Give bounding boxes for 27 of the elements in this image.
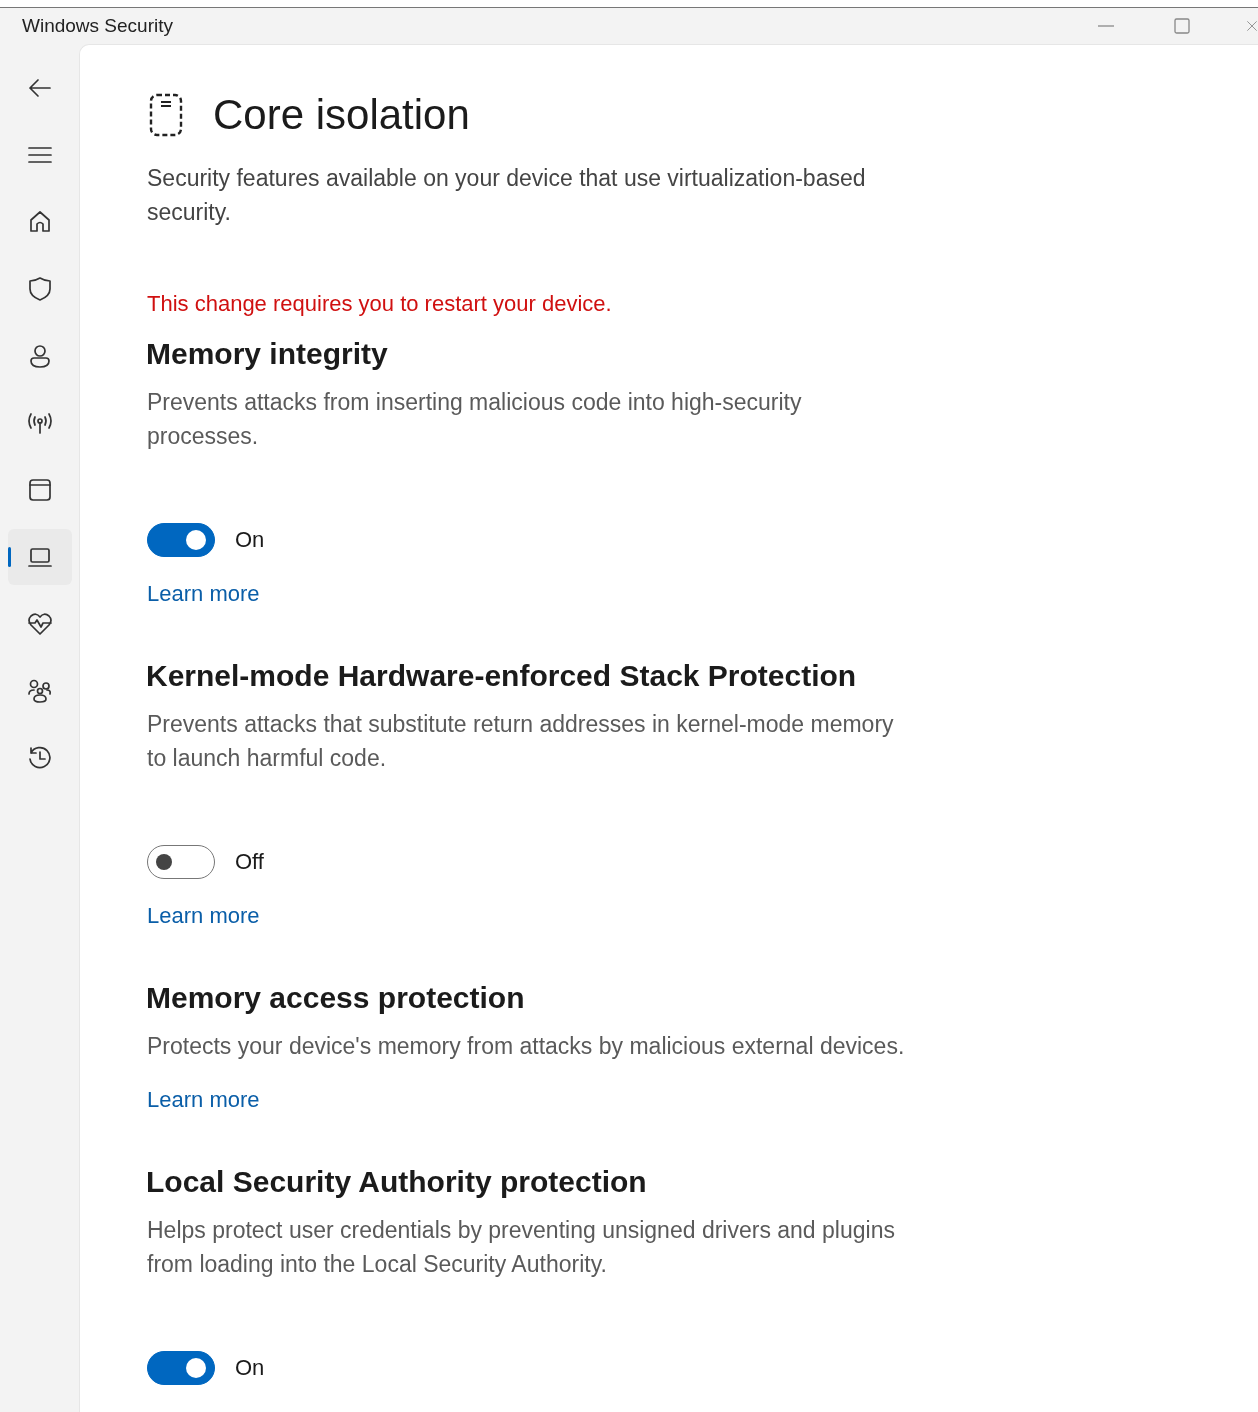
section-title: Memory integrity xyxy=(146,337,389,371)
section-title: Kernel-mode Hardware-enforced Stack Protection xyxy=(146,659,858,693)
section-description: Protects your device's memory from attacks by malicious external devices. xyxy=(147,1032,906,1061)
section-description: Helps protect user credentials by preventing unsigned drivers and plugins from loading into the Local Security Authority. xyxy=(147,1216,896,1279)
window-title: Windows Security xyxy=(22,15,174,37)
section-description: Prevents attacks that substitute return addresses in kernel-mode memory to launch harmful code. xyxy=(147,710,895,773)
family-icon xyxy=(25,677,54,705)
toggle-label: Off xyxy=(235,849,264,875)
section-description: Prevents attacks from inserting malicious code into high-security processes. xyxy=(147,388,803,451)
learn-more-link[interactable]: Learn more xyxy=(147,1087,260,1113)
learn-more-link[interactable]: Learn more xyxy=(147,903,260,929)
page-title: Core isolation xyxy=(213,91,470,139)
toggle-label: On xyxy=(235,527,265,553)
minimize-icon xyxy=(1097,25,1115,27)
toggle-switch[interactable] xyxy=(147,523,215,557)
section-title: Local Security Authority protection xyxy=(146,1165,648,1199)
heartbeat-icon xyxy=(25,610,54,638)
toggle-switch[interactable] xyxy=(147,1351,215,1385)
maximize-icon xyxy=(1173,17,1191,35)
toggle-label: On xyxy=(235,1355,265,1381)
page-description: Security features available on your device that use virtualization-based security. xyxy=(147,164,867,227)
sidebar-item[interactable] xyxy=(7,529,72,585)
restart-warning: This change requires you to restart your device. xyxy=(147,291,613,317)
learn-more-link[interactable]: Learn more xyxy=(147,581,260,607)
toggle-switch[interactable] xyxy=(147,845,215,879)
section-title: Memory access protection xyxy=(146,981,526,1015)
chip-icon xyxy=(149,93,183,137)
